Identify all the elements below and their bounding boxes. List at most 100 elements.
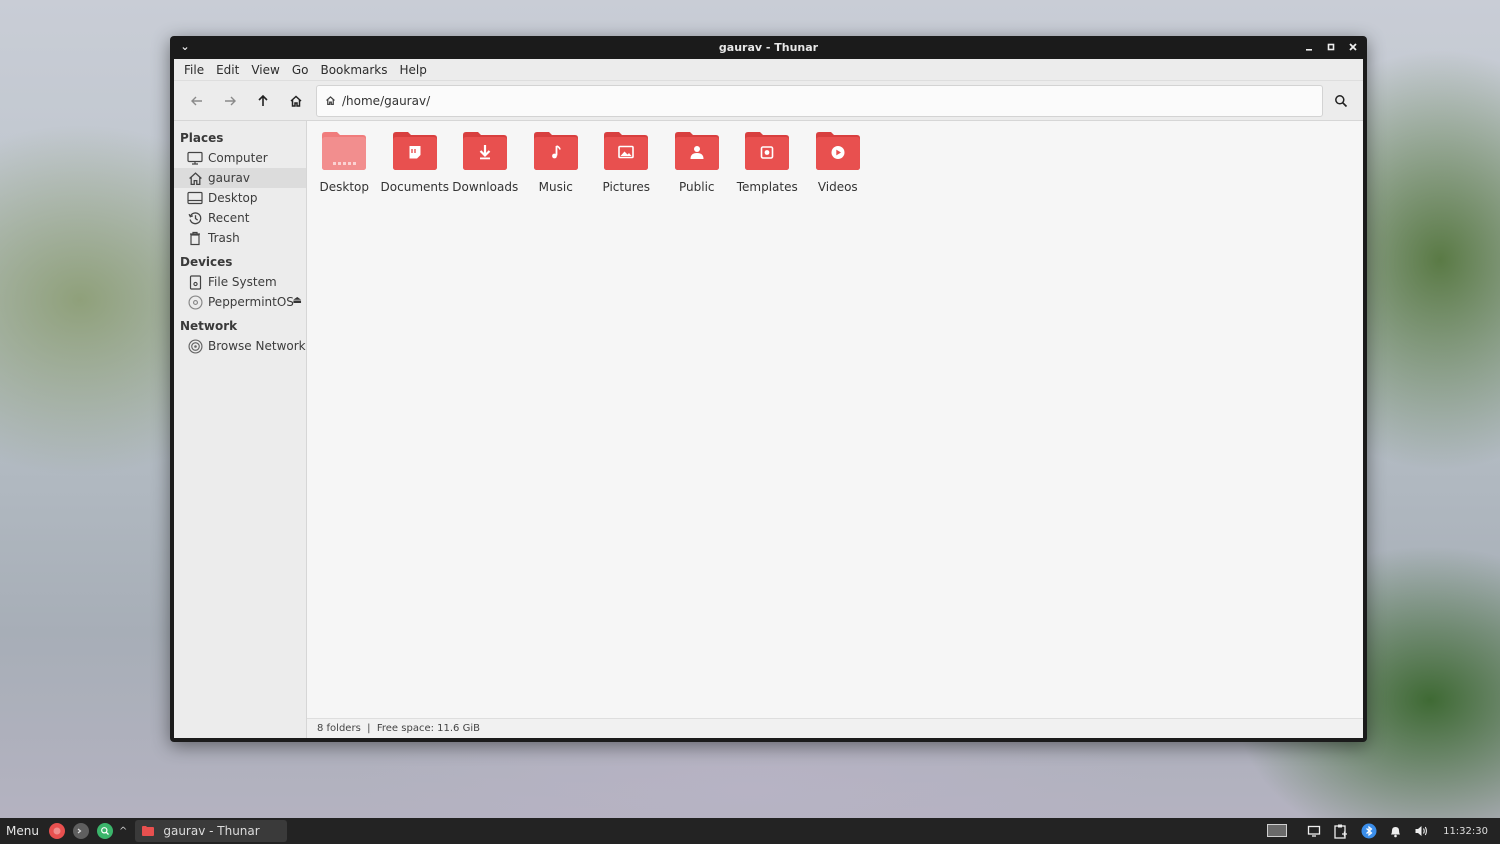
home-icon xyxy=(289,94,302,107)
minimize-button[interactable] xyxy=(1301,39,1317,55)
menu-bookmarks[interactable]: Bookmarks xyxy=(314,59,393,81)
window-title: gaurav - Thunar xyxy=(718,41,819,54)
folder-label: Public xyxy=(678,180,715,194)
location-path: /home/gaurav/ xyxy=(342,93,431,108)
notifications-tray-button[interactable] xyxy=(1389,824,1402,838)
network-heading: Network xyxy=(180,319,238,333)
folder-label: Desktop xyxy=(319,180,370,194)
clock[interactable]: 11:32:30 xyxy=(1443,826,1488,837)
sidebar: Places Computer gaurav Desktop Recent Tr… xyxy=(174,121,307,738)
folder-desktop[interactable]: Desktop xyxy=(309,131,380,194)
arrow-up-icon xyxy=(257,94,268,106)
places-heading: Places xyxy=(180,131,224,145)
content-area: Places Computer gaurav Desktop Recent Tr… xyxy=(174,121,1363,738)
home-icon xyxy=(187,170,203,186)
taskbar-window-label: gaurav - Thunar xyxy=(163,824,260,838)
location-bar[interactable]: /home/gaurav/ xyxy=(316,84,1323,117)
sidebar-item-label: Browse Network xyxy=(208,339,306,353)
maximize-icon xyxy=(1327,43,1335,51)
display-tray-button[interactable] xyxy=(1307,825,1321,837)
sidebar-item-label: PeppermintOS xyxy=(208,295,294,309)
folder-label: Templates xyxy=(736,180,798,194)
taskbar: Menu ^ gaurav - Thunar 11:32:30 xyxy=(0,818,1500,844)
folder-label: Music xyxy=(538,180,573,194)
forward-button[interactable] xyxy=(213,86,246,116)
thunar-folder-icon xyxy=(142,826,155,836)
menu-bar: File Edit View Go Bookmarks Help xyxy=(174,59,1363,81)
folder-videos-icon xyxy=(815,132,860,170)
menu-help[interactable]: Help xyxy=(394,59,433,81)
folder-downloads[interactable]: Downloads xyxy=(450,131,521,194)
menu-view[interactable]: View xyxy=(245,59,285,81)
folder-documents[interactable]: Documents xyxy=(380,131,451,194)
start-menu-button[interactable]: Menu xyxy=(0,824,45,838)
folder-music-icon xyxy=(533,132,578,170)
peppermint-launcher-icon[interactable] xyxy=(48,823,65,839)
folder-templates[interactable]: Templates xyxy=(732,131,803,194)
status-bar: 8 folders | Free space: 11.6 GiB xyxy=(307,718,1363,738)
history-icon xyxy=(187,210,203,226)
up-button[interactable] xyxy=(246,86,279,116)
sidebar-item-recent[interactable]: Recent xyxy=(174,208,306,228)
display-icon xyxy=(1307,825,1321,837)
folder-downloads-icon xyxy=(463,132,508,170)
sidebar-item-computer[interactable]: Computer xyxy=(174,148,306,168)
window-client: File Edit View Go Bookmarks Help /home/g… xyxy=(174,59,1363,738)
sidebar-item-home[interactable]: gaurav xyxy=(174,168,306,188)
close-icon xyxy=(1349,43,1357,51)
folder-label: Videos xyxy=(817,180,858,194)
devices-heading: Devices xyxy=(180,255,233,269)
folder-public-icon xyxy=(674,132,719,170)
home-button[interactable] xyxy=(279,86,312,116)
trash-icon xyxy=(187,230,203,246)
arrow-right-icon xyxy=(224,96,236,105)
window-menu-icon[interactable]: ⌄ xyxy=(178,40,192,54)
volume-tray-button[interactable] xyxy=(1414,824,1429,838)
folder-pictures[interactable]: Pictures xyxy=(591,131,662,194)
eject-icon[interactable]: ⏏ xyxy=(293,295,302,306)
folder-music[interactable]: Music xyxy=(521,131,592,194)
bluetooth-icon xyxy=(1361,823,1377,839)
search-button[interactable] xyxy=(1325,86,1357,116)
sidebar-item-label: Desktop xyxy=(208,191,258,205)
folder-videos[interactable]: Videos xyxy=(803,131,874,194)
workspace-switcher[interactable] xyxy=(1267,824,1288,838)
folder-label: Documents xyxy=(380,180,449,194)
search-icon xyxy=(1335,94,1348,107)
chevron-up-icon[interactable]: ^ xyxy=(119,826,127,837)
search-launcher-icon[interactable] xyxy=(96,823,113,839)
folder-label: Downloads xyxy=(452,180,519,194)
menu-go[interactable]: Go xyxy=(286,59,315,81)
folder-grid: Desktop Documents Downloads Music Pictur… xyxy=(309,131,873,194)
network-icon xyxy=(187,338,203,354)
folder-label: Pictures xyxy=(602,180,651,194)
sidebar-item-browse-network[interactable]: Browse Network xyxy=(174,336,306,356)
folder-public[interactable]: Public xyxy=(662,131,733,194)
taskbar-window-thunar[interactable]: gaurav - Thunar xyxy=(135,820,288,842)
menu-file[interactable]: File xyxy=(178,59,210,81)
back-button[interactable] xyxy=(180,86,213,116)
folder-pictures-icon xyxy=(604,132,649,170)
terminal-launcher-icon[interactable] xyxy=(72,823,89,839)
sidebar-item-file-system[interactable]: File System xyxy=(174,272,306,292)
maximize-button[interactable] xyxy=(1323,39,1339,55)
sidebar-item-label: Computer xyxy=(208,151,268,165)
volume-icon xyxy=(1415,826,1428,836)
folder-desktop-icon xyxy=(322,132,367,170)
bell-icon xyxy=(1391,827,1401,838)
toolbar: /home/gaurav/ xyxy=(174,81,1363,121)
close-button[interactable] xyxy=(1345,39,1361,55)
drive-icon xyxy=(187,274,203,290)
sidebar-item-label: File System xyxy=(208,275,277,289)
file-view[interactable]: Desktop Documents Downloads Music Pictur… xyxy=(307,121,1363,738)
menu-edit[interactable]: Edit xyxy=(210,59,245,81)
title-bar[interactable]: ⌄ gaurav - Thunar xyxy=(170,36,1367,59)
clipboard-tray-button[interactable] xyxy=(1333,823,1349,839)
disc-icon xyxy=(187,294,203,310)
sidebar-item-desktop[interactable]: Desktop xyxy=(174,188,306,208)
minimize-icon xyxy=(1306,49,1312,51)
sidebar-item-peppermintos[interactable]: PeppermintOS ⏏ xyxy=(174,292,306,312)
arrow-left-icon xyxy=(190,96,202,105)
sidebar-item-trash[interactable]: Trash xyxy=(174,228,306,248)
bluetooth-tray-button[interactable] xyxy=(1361,823,1377,839)
